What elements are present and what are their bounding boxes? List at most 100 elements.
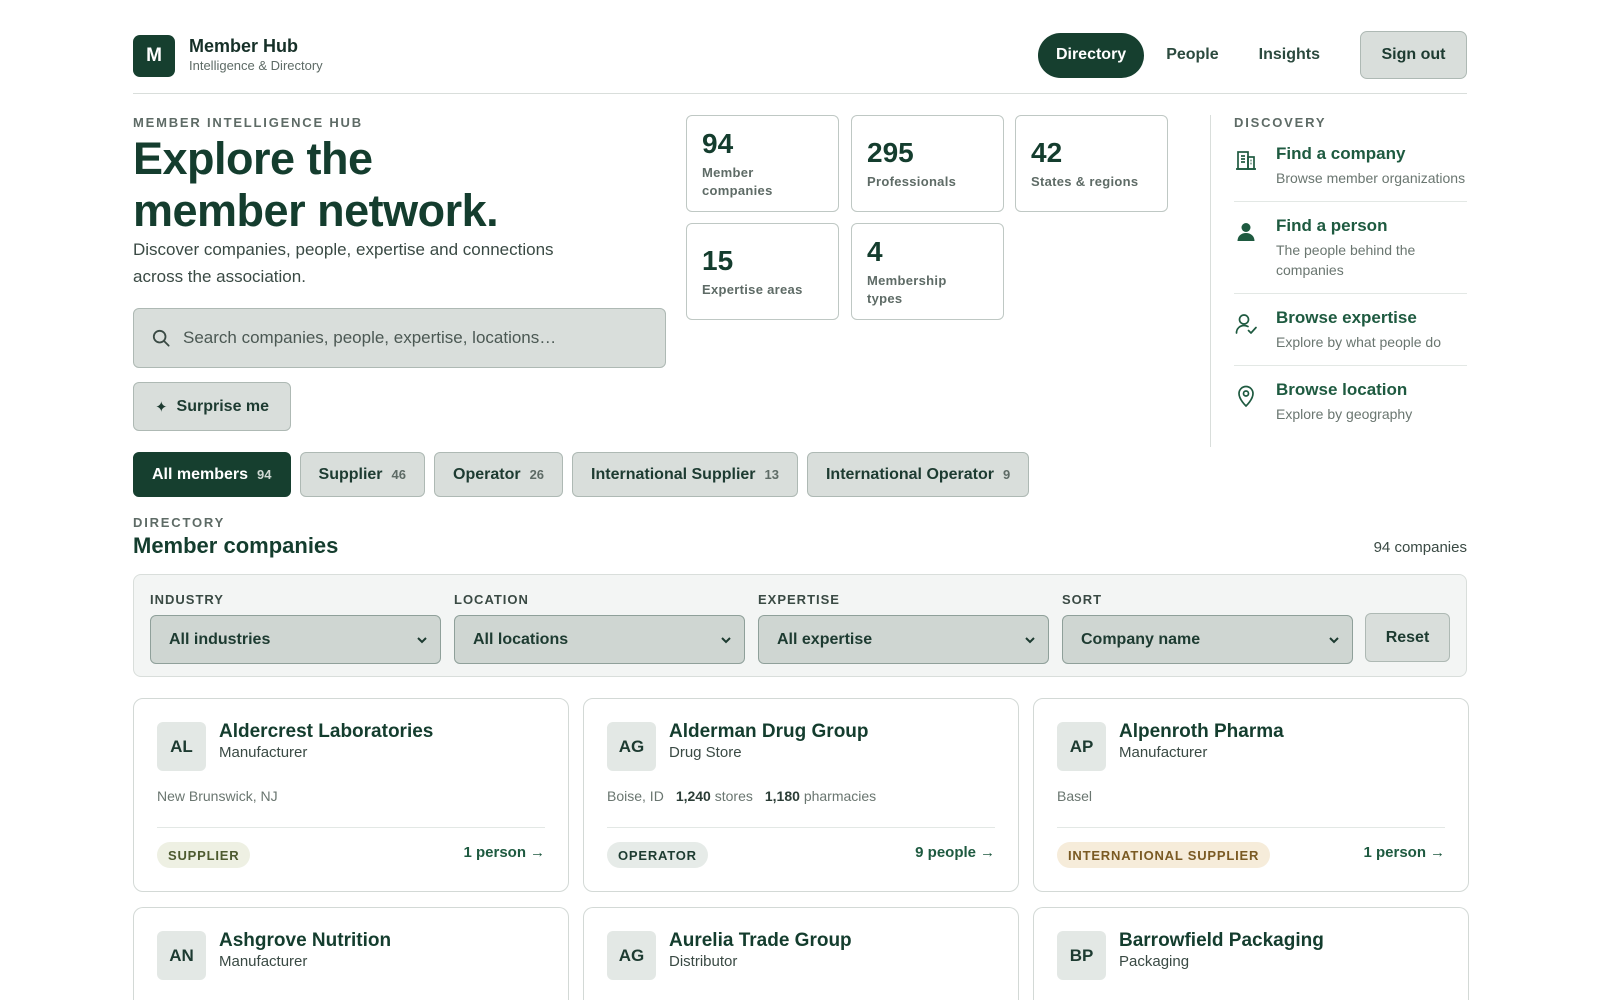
- company-card[interactable]: AP Alpenroth Pharma Manufacturer Basel I…: [1033, 698, 1469, 892]
- avatar: AN: [157, 931, 206, 980]
- nav-insights[interactable]: Insights: [1241, 33, 1338, 78]
- avatar: BP: [1057, 931, 1106, 980]
- filter-label: SORT: [1062, 592, 1103, 607]
- company-type: Drug Store: [669, 744, 742, 761]
- people-link[interactable]: 1 person →: [1363, 844, 1445, 861]
- people-link[interactable]: 9 people →: [915, 844, 995, 861]
- chevron-down-icon: [1025, 636, 1035, 643]
- divider: [157, 827, 545, 828]
- filter-industry: INDUSTRY All industries: [150, 592, 441, 664]
- nav-people[interactable]: People: [1148, 33, 1236, 78]
- company-name[interactable]: Alpenroth Pharma: [1119, 721, 1284, 743]
- sparkle-icon: ✦: [154, 398, 168, 416]
- discovery-browse-location[interactable]: Browse location Explore by geography: [1234, 366, 1467, 437]
- company-name[interactable]: Alderman Drug Group: [669, 721, 869, 743]
- discovery-item-description: Explore by geography: [1276, 406, 1413, 422]
- company-name[interactable]: Barrowfield Packaging: [1119, 930, 1324, 952]
- filter-label: LOCATION: [454, 592, 529, 607]
- chevron-down-icon: [721, 636, 731, 643]
- stat-states-regions: 42 States & regions: [1015, 115, 1168, 212]
- membership-filter-chips: All members 94 Supplier 46 Operator 26 Inte…: [133, 452, 1038, 497]
- company-name[interactable]: Aldercrest Laboratories: [219, 721, 433, 743]
- search-box[interactable]: [133, 308, 666, 368]
- directory-title: Member companies: [133, 533, 339, 558]
- stat-value: 94: [702, 128, 734, 159]
- chip-international-operator[interactable]: International Operator 9: [806, 452, 1030, 497]
- discovery-panel: DISCOVERY Find a company Browse member o…: [1210, 115, 1467, 447]
- chevron-down-icon: [1329, 636, 1339, 643]
- filter-location: LOCATION All locations: [454, 592, 745, 664]
- filter-bar: INDUSTRY All industries LOCATION All loc…: [133, 574, 1467, 677]
- stat-membership-types: 4 Membership types: [851, 223, 1004, 320]
- building-icon: [1236, 151, 1256, 170]
- location-select[interactable]: All locations: [454, 615, 745, 664]
- chip-international-supplier[interactable]: International Supplier 13: [572, 452, 798, 497]
- surprise-me-button[interactable]: ✦ Surprise me: [133, 382, 291, 431]
- company-card[interactable]: BP Barrowfield Packaging Packaging: [1033, 907, 1469, 1000]
- hero-title-line-2: member network.: [133, 185, 499, 236]
- expertise-select[interactable]: All expertise: [758, 615, 1049, 664]
- arrow-right-icon: →: [1430, 844, 1445, 861]
- company-card[interactable]: AL Aldercrest Laboratories Manufacturer …: [133, 698, 569, 892]
- company-location: Basel: [1057, 788, 1093, 804]
- chip-all-members[interactable]: All members 94: [133, 452, 291, 497]
- company-type: Packaging: [1119, 953, 1190, 970]
- chip-count: 9: [1003, 467, 1011, 482]
- divider: [607, 827, 995, 828]
- membership-badge: INTERNATIONAL SUPPLIER: [1057, 842, 1271, 868]
- membership-badge: OPERATOR: [607, 842, 708, 868]
- nav-directory[interactable]: Directory: [1037, 32, 1145, 78]
- logo[interactable]: M: [133, 35, 175, 77]
- industry-select[interactable]: All industries: [150, 615, 441, 664]
- brand-subtitle: Intelligence & Directory: [189, 58, 323, 73]
- store-count: 1,240: [675, 788, 711, 804]
- arrow-right-icon: →: [980, 844, 995, 861]
- pharmacy-count: 1,180: [764, 788, 800, 804]
- discovery-item-title: Browse location: [1276, 380, 1408, 399]
- people-link[interactable]: 1 person →: [463, 844, 545, 861]
- company-card[interactable]: AN Ashgrove Nutrition Manufacturer: [133, 907, 569, 1000]
- chip-operator[interactable]: Operator 26: [434, 452, 564, 497]
- discovery-item-title: Browse expertise: [1276, 308, 1417, 327]
- company-card[interactable]: AG Aurelia Trade Group Distributor: [583, 907, 1019, 1000]
- surprise-me-label: Surprise me: [176, 397, 270, 415]
- company-card[interactable]: AG Alderman Drug Group Drug Store Boise,…: [583, 698, 1019, 892]
- sort-select[interactable]: Company name: [1062, 615, 1353, 664]
- filter-label: INDUSTRY: [150, 592, 224, 607]
- discovery-item-description: Browse member organizations: [1276, 170, 1466, 186]
- company-meta: Boise, ID 1,240 stores 1,180 pharmacies: [607, 788, 877, 804]
- company-location: New Brunswick, NJ: [157, 788, 278, 804]
- stat-value: 4: [867, 236, 883, 267]
- chip-count: 46: [391, 467, 406, 482]
- discovery-item-title: Find a company: [1276, 144, 1406, 163]
- company-name[interactable]: Aurelia Trade Group: [669, 930, 852, 952]
- discovery-find-person[interactable]: Find a person The people behind the comp…: [1234, 202, 1467, 294]
- discovery-browse-expertise[interactable]: Browse expertise Explore by what people …: [1234, 294, 1467, 366]
- sign-out-button[interactable]: Sign out: [1360, 31, 1467, 79]
- stat-label: Membership types: [867, 273, 947, 306]
- stat-value: 295: [867, 137, 914, 168]
- search-input[interactable]: [183, 328, 653, 348]
- hero-description: Discover companies, people, expertise an…: [133, 240, 554, 286]
- stat-value: 15: [702, 245, 734, 276]
- stat-label: States & regions: [1031, 174, 1139, 189]
- directory-eyebrow: DIRECTORY: [133, 515, 226, 530]
- chip-supplier[interactable]: Supplier 46: [299, 452, 425, 497]
- results-count: 94 companies: [1373, 539, 1467, 556]
- avatar: AP: [1057, 722, 1106, 771]
- main-nav: Directory People Insights Sign out: [1034, 31, 1467, 79]
- chip-count: 94: [257, 467, 272, 482]
- membership-badge: SUPPLIER: [157, 842, 251, 868]
- company-location: Boise, ID: [607, 788, 664, 804]
- discovery-find-company[interactable]: Find a company Browse member organizatio…: [1234, 130, 1467, 202]
- company-name[interactable]: Ashgrove Nutrition: [219, 930, 391, 952]
- stat-label: Member companies: [702, 165, 773, 198]
- hero-eyebrow: MEMBER INTELLIGENCE HUB: [133, 115, 363, 130]
- chevron-down-icon: [417, 636, 427, 643]
- top-header: M Member Hub Intelligence & Directory Di…: [133, 0, 1467, 94]
- company-type: Manufacturer: [219, 953, 308, 970]
- filter-label: EXPERTISE: [758, 592, 840, 607]
- discovery-eyebrow: DISCOVERY: [1234, 115, 1327, 130]
- arrow-right-icon: →: [530, 844, 545, 861]
- reset-button[interactable]: Reset: [1365, 613, 1450, 662]
